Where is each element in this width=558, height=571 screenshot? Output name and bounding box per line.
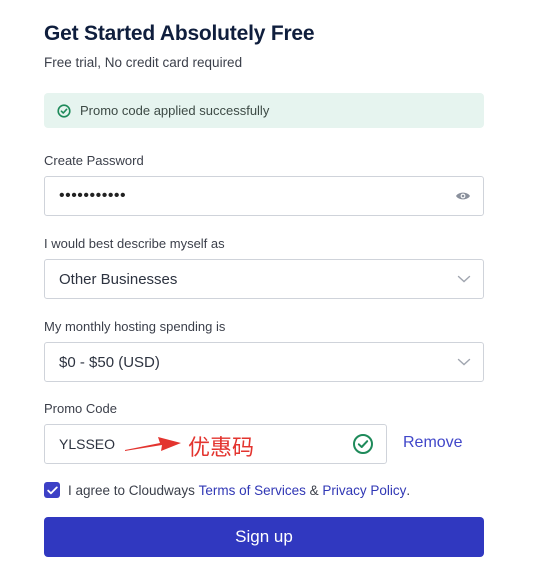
alert-message: Promo code applied successfully xyxy=(80,103,270,118)
password-field[interactable]: ••••••••••• xyxy=(44,176,484,216)
promo-label: Promo Code xyxy=(44,401,117,416)
describe-select[interactable]: Other Businesses xyxy=(44,259,484,299)
remove-promo-link[interactable]: Remove xyxy=(403,434,463,452)
describe-selected-value: Other Businesses xyxy=(59,270,178,288)
promo-success-alert: Promo code applied successfully xyxy=(44,93,484,128)
password-label: Create Password xyxy=(44,153,144,168)
page-subtitle: Free trial, No credit card required xyxy=(44,55,243,70)
spending-label: My monthly hosting spending is xyxy=(44,319,226,334)
privacy-link[interactable]: Privacy Policy xyxy=(322,483,406,498)
check-circle-icon xyxy=(57,103,71,118)
agree-text-between: & xyxy=(305,482,323,498)
agree-row: I agree to Cloudways Terms of Services &… xyxy=(44,482,410,498)
chevron-down-icon xyxy=(457,358,471,366)
sign-up-button[interactable]: Sign up xyxy=(44,517,484,557)
describe-label: I would best describe myself as xyxy=(44,236,225,251)
terms-link[interactable]: Terms of Services xyxy=(199,483,306,498)
chevron-down-icon xyxy=(457,275,471,283)
promo-annotation: 优惠码 xyxy=(188,436,255,461)
agree-text-after: . xyxy=(406,482,411,498)
page-title: Get Started Absolutely Free xyxy=(44,22,315,45)
spending-selected-value: $0 - $50 (USD) xyxy=(59,353,160,371)
password-value: ••••••••••• xyxy=(59,187,127,204)
check-circle-icon xyxy=(352,433,374,455)
promo-code-value: YLSSEO xyxy=(59,436,116,452)
spending-select[interactable]: $0 - $50 (USD) xyxy=(44,342,484,382)
agree-checkbox[interactable] xyxy=(44,482,60,498)
agree-text-before: I agree to Cloudways xyxy=(68,482,199,498)
red-arrow-annotation xyxy=(125,437,181,451)
eye-icon[interactable] xyxy=(455,190,471,202)
